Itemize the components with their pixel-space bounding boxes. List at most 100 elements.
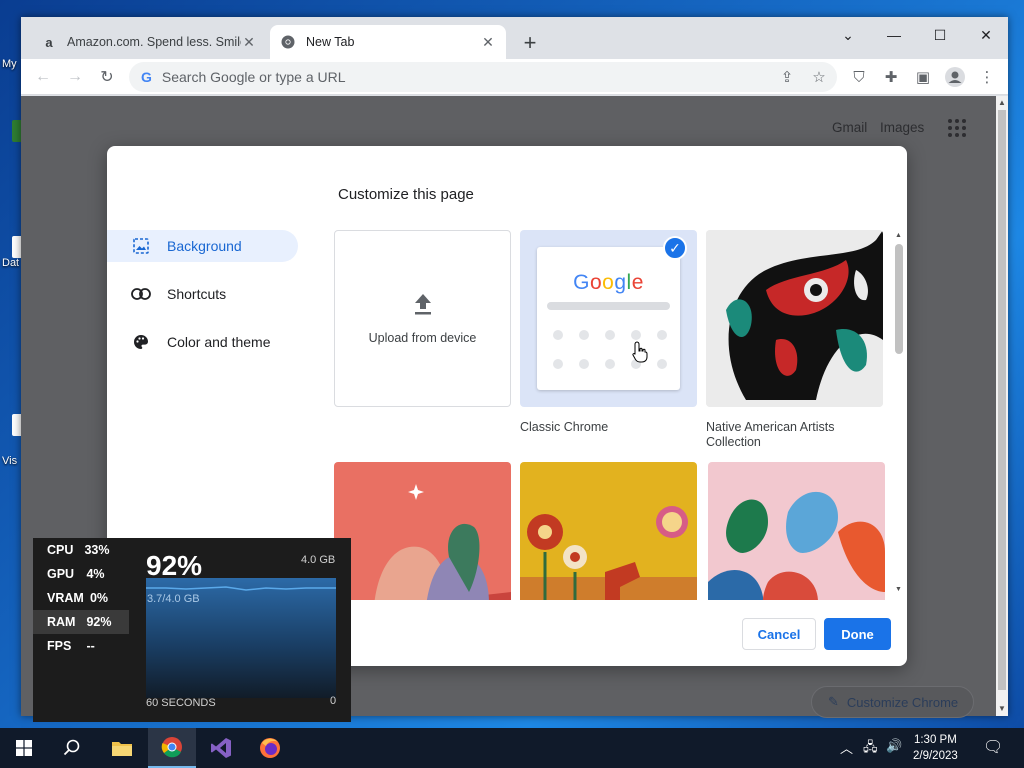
desktop-label-2[interactable]: Vis — [2, 455, 17, 467]
maximize-icon[interactable]: ☐ — [917, 21, 963, 49]
background-tile-floral[interactable] — [708, 462, 885, 600]
images-link[interactable]: Images — [880, 120, 924, 135]
forward-icon[interactable]: → — [63, 65, 87, 89]
google-logo: Google — [573, 271, 644, 294]
perf-key: RAM — [47, 615, 76, 629]
dialog-title: Customize this page — [338, 186, 474, 203]
perf-row-vram[interactable]: VRAM 0% — [33, 586, 129, 610]
scroll-up-arrow-icon[interactable]: ▲ — [998, 98, 1006, 107]
sidebar-item-label: Shortcuts — [167, 286, 227, 302]
formline-art-image — [706, 230, 883, 407]
customize-chrome-button[interactable]: ✎ Customize Chrome — [811, 686, 974, 718]
shield-extension-icon[interactable]: ⛉ — [847, 65, 871, 89]
sidebar-item-label: Color and theme — [167, 334, 271, 350]
chevron-up-icon[interactable]: ︿ — [840, 738, 853, 757]
classic-chrome-tile[interactable]: Google ✓ — [520, 230, 697, 407]
sidebar-item-color-theme[interactable]: Color and theme — [107, 326, 298, 358]
system-clock[interactable]: 1:30 PM 2/9/2023 — [913, 732, 958, 764]
tab-search-icon[interactable]: ⌄ — [825, 21, 871, 49]
google-apps-icon[interactable] — [948, 119, 966, 137]
close-tab-icon[interactable]: ✕ — [480, 34, 496, 50]
reload-icon[interactable]: ↻ — [95, 65, 119, 89]
notifications-icon[interactable]: 🗨 — [983, 737, 1003, 757]
perf-usage-label: 3.7/4.0 GB — [147, 593, 200, 605]
tab-new-tab[interactable]: New Tab ✕ — [270, 25, 506, 59]
background-grid: Upload from device Google ✓ Classic Chro… — [334, 230, 896, 600]
scroll-up-arrow-icon[interactable]: ▲ — [895, 232, 902, 239]
scrollbar-thumb[interactable] — [998, 110, 1006, 690]
sidebar-item-shortcuts[interactable]: Shortcuts — [107, 278, 298, 310]
done-button[interactable]: Done — [824, 618, 891, 650]
cancel-button[interactable]: Cancel — [742, 618, 816, 650]
file-explorer-icon[interactable] — [98, 728, 146, 768]
native-american-label: Native American Artists Collection — [706, 420, 835, 449]
scroll-down-arrow-icon[interactable]: ▼ — [998, 704, 1006, 713]
illustration-image — [334, 462, 511, 600]
chrome-taskbar-icon[interactable] — [148, 728, 196, 768]
classic-chrome-label: Classic Chrome — [520, 420, 609, 434]
illustration-image — [708, 462, 885, 600]
desktop-label-1[interactable]: Dat — [2, 257, 19, 269]
search-icon[interactable] — [48, 728, 96, 768]
upload-label: Upload from device — [368, 330, 477, 345]
perf-value: 33% — [84, 543, 110, 557]
perf-row-fps[interactable]: FPS -- — [33, 634, 129, 658]
tab-title: Amazon.com. Spend less. Smile more. — [67, 35, 241, 49]
desktop-label-0[interactable]: My — [2, 58, 17, 70]
sidebar-item-background[interactable]: Background — [107, 230, 298, 262]
google-g-icon: G — [141, 69, 152, 85]
perf-key: FPS — [47, 639, 72, 653]
extensions-puzzle-icon[interactable]: ✚ — [879, 65, 903, 89]
upload-from-device-tile[interactable]: Upload from device — [334, 230, 511, 407]
pencil-icon: ✎ — [828, 694, 839, 709]
illustration-image — [520, 462, 697, 600]
link-icon — [131, 288, 151, 300]
volume-icon[interactable]: 🔊 — [886, 738, 902, 754]
background-tile-yellow[interactable] — [520, 462, 697, 600]
perf-value: 92% — [86, 615, 112, 629]
performance-overlay: CPU 33% GPU 4% VRAM 0% RAM 92% FPS -- 92… — [33, 538, 351, 722]
perf-value: 4% — [86, 567, 105, 581]
close-tab-icon[interactable]: ✕ — [241, 34, 257, 50]
tab-strip: a Amazon.com. Spend less. Smile more. ✕ … — [21, 17, 1008, 59]
menu-kebab-icon[interactable]: ⋮ — [975, 65, 999, 89]
perf-row-gpu[interactable]: GPU 4% — [33, 562, 129, 586]
taskbar: ︿ 🖧 🔊 1:30 PM 2/9/2023 🗨 — [0, 728, 1024, 768]
tab-amazon[interactable]: a Amazon.com. Spend less. Smile more. ✕ — [31, 25, 267, 59]
scroll-down-arrow-icon[interactable]: ▼ — [895, 586, 902, 593]
gmail-link[interactable]: Gmail — [832, 120, 867, 135]
omnibox[interactable]: G Search Google or type a URL — [129, 62, 837, 92]
perf-value: -- — [86, 639, 95, 653]
perf-key: VRAM — [47, 591, 84, 605]
bookmark-star-icon[interactable]: ☆ — [807, 62, 831, 92]
dialog-scrollbar[interactable]: ▲ ▼ — [893, 230, 905, 600]
new-tab-button[interactable]: + — [518, 30, 542, 55]
clock-date: 2/9/2023 — [913, 750, 958, 762]
share-icon[interactable]: ⇪ — [775, 62, 799, 92]
hand-cursor-icon — [632, 341, 648, 363]
firefox-icon[interactable] — [246, 728, 294, 768]
side-panel-icon[interactable]: ▣ — [911, 65, 935, 89]
back-icon[interactable]: ← — [31, 65, 55, 89]
close-window-icon[interactable]: ✕ — [963, 21, 1009, 49]
tab-title: New Tab — [306, 35, 355, 49]
page-scrollbar[interactable]: ▲ ▼ — [996, 96, 1008, 716]
chrome-icon — [280, 34, 296, 50]
selected-check-icon: ✓ — [663, 236, 687, 260]
dialog-scrollbar-thumb[interactable] — [895, 244, 903, 354]
amazon-favicon-icon: a — [45, 34, 53, 50]
visual-studio-icon[interactable] — [197, 728, 245, 768]
windows-start-icon[interactable] — [0, 728, 48, 768]
profile-avatar-icon[interactable] — [943, 65, 967, 89]
native-american-artists-tile[interactable] — [706, 230, 883, 407]
perf-row-cpu[interactable]: CPU 33% — [33, 538, 129, 562]
minimize-icon[interactable]: — — [871, 21, 917, 49]
network-icon[interactable]: 🖧 — [863, 738, 878, 760]
perf-row-ram[interactable]: RAM 92% — [33, 610, 129, 634]
background-tile-pink[interactable] — [334, 462, 511, 600]
toolbar: ← → ↻ G Search Google or type a URL ⇪ ☆ … — [21, 59, 1008, 95]
perf-max-label: 4.0 GB — [301, 554, 336, 566]
perf-key: CPU — [47, 543, 74, 557]
perf-time-label: 60 SECONDS — [146, 697, 216, 709]
classic-chrome-preview: Google — [537, 247, 680, 390]
